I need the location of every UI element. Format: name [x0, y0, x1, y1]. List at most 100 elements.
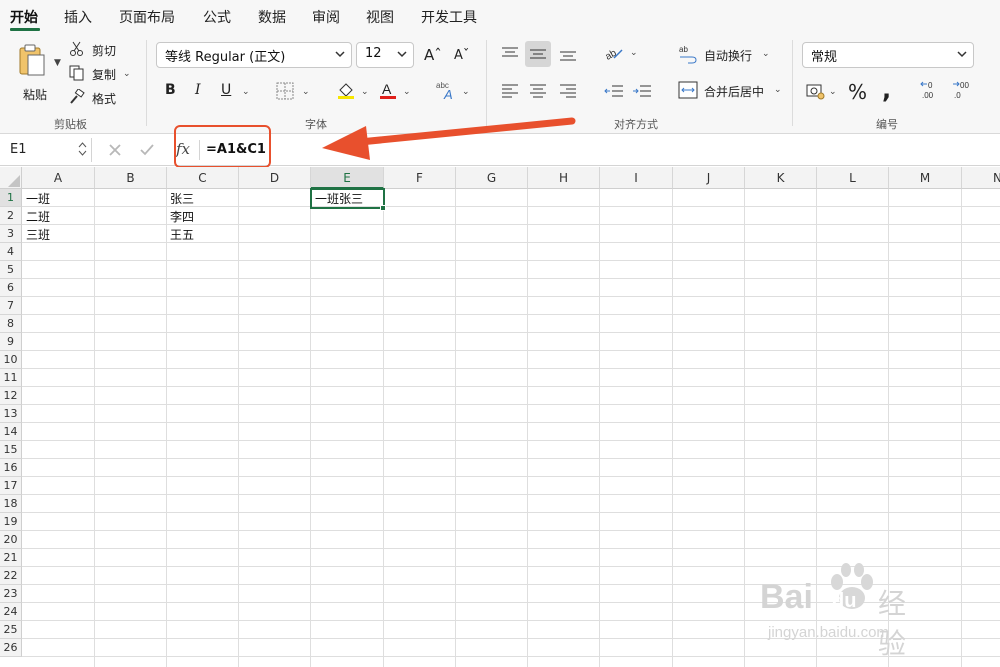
- column-header-f[interactable]: F: [384, 167, 456, 189]
- format-painter-button[interactable]: 格式: [67, 88, 127, 106]
- tab-view[interactable]: 视图: [366, 7, 394, 27]
- tab-insert[interactable]: 插入: [64, 7, 92, 27]
- row-header-3[interactable]: 3: [0, 225, 22, 243]
- column-header-g[interactable]: G: [456, 167, 528, 189]
- row-header-8[interactable]: 8: [0, 315, 22, 333]
- align-center-icon[interactable]: [529, 83, 547, 99]
- align-left-icon[interactable]: [501, 83, 519, 99]
- name-box[interactable]: E1: [4, 138, 92, 162]
- font-family-select[interactable]: 等线 Regular (正文): [156, 42, 352, 68]
- decrease-decimal-icon[interactable]: 00.0: [952, 79, 974, 101]
- confirm-icon[interactable]: [139, 143, 155, 157]
- row-header-13[interactable]: 13: [0, 405, 22, 423]
- decrease-font-size-icon[interactable]: Aˇ: [454, 48, 469, 63]
- text-orientation-icon[interactable]: ab: [604, 44, 624, 62]
- format-label: 格式: [92, 92, 117, 106]
- cell-a1[interactable]: 一班: [23, 190, 50, 208]
- tab-review[interactable]: 审阅: [312, 7, 340, 27]
- grid-hline: [22, 422, 1000, 423]
- cell-c2[interactable]: 李四: [167, 208, 194, 226]
- increase-font-size-icon[interactable]: Aˆ: [424, 46, 442, 64]
- italic-button[interactable]: I: [195, 82, 201, 98]
- cell-c3[interactable]: 王五: [167, 226, 194, 244]
- select-all-corner[interactable]: [0, 167, 22, 189]
- column-header-m[interactable]: M: [889, 167, 962, 189]
- tab-home[interactable]: 开始: [10, 7, 38, 27]
- row-header-6[interactable]: 6: [0, 279, 22, 297]
- font-color-icon[interactable]: A: [378, 80, 398, 100]
- increase-indent-icon[interactable]: [632, 83, 652, 99]
- cell-a3[interactable]: 三班: [23, 226, 50, 244]
- tab-developer[interactable]: 开发工具: [421, 7, 477, 27]
- row-header-23[interactable]: 23: [0, 585, 22, 603]
- chevron-down-icon: ⌄: [630, 48, 638, 58]
- row-header-12[interactable]: 12: [0, 387, 22, 405]
- cell-a2[interactable]: 二班: [23, 208, 50, 226]
- column-header-a[interactable]: A: [22, 167, 95, 189]
- svg-text:A: A: [382, 81, 392, 97]
- row-header-9[interactable]: 9: [0, 333, 22, 351]
- wrap-text-button[interactable]: ab 自动换行 ⌄: [678, 44, 788, 66]
- tab-formulas[interactable]: 公式: [203, 7, 231, 27]
- row-header-20[interactable]: 20: [0, 531, 22, 549]
- decrease-indent-icon[interactable]: [604, 83, 624, 99]
- row-header-7[interactable]: 7: [0, 297, 22, 315]
- row-header-24[interactable]: 24: [0, 603, 22, 621]
- chevron-down-icon: ⌄: [302, 87, 310, 97]
- increase-decimal-icon[interactable]: 0.00: [920, 79, 942, 101]
- text-style-icon[interactable]: abcA: [436, 79, 458, 101]
- column-header-b[interactable]: B: [95, 167, 167, 189]
- comma-style-button[interactable]: ,: [882, 76, 891, 104]
- row-header-16[interactable]: 16: [0, 459, 22, 477]
- fill-color-icon[interactable]: [336, 80, 356, 100]
- tab-page-layout[interactable]: 页面布局: [119, 7, 175, 27]
- watermark-brand: Bai: [760, 578, 813, 616]
- row-header-1[interactable]: 1: [0, 189, 22, 207]
- bold-button[interactable]: B: [165, 82, 176, 98]
- column-header-n[interactable]: N: [962, 167, 1000, 189]
- align-right-icon[interactable]: [559, 83, 577, 99]
- row-header-19[interactable]: 19: [0, 513, 22, 531]
- row-header-5[interactable]: 5: [0, 261, 22, 279]
- row-header-22[interactable]: 22: [0, 567, 22, 585]
- column-header-j[interactable]: J: [673, 167, 745, 189]
- svg-text:.00: .00: [922, 91, 934, 100]
- row-header-11[interactable]: 11: [0, 369, 22, 387]
- column-header-e[interactable]: E: [311, 167, 384, 189]
- column-header-i[interactable]: I: [600, 167, 673, 189]
- row-header-17[interactable]: 17: [0, 477, 22, 495]
- row-header-2[interactable]: 2: [0, 207, 22, 225]
- row-header-21[interactable]: 21: [0, 549, 22, 567]
- row-header-4[interactable]: 4: [0, 243, 22, 261]
- chevron-down-icon: ⌄: [829, 87, 837, 97]
- row-header-26[interactable]: 26: [0, 639, 22, 657]
- column-header-d[interactable]: D: [239, 167, 311, 189]
- font-size-select[interactable]: 12: [356, 42, 414, 68]
- tab-data[interactable]: 数据: [258, 7, 286, 27]
- fill-handle[interactable]: [380, 205, 386, 211]
- row-header-10[interactable]: 10: [0, 351, 22, 369]
- borders-icon[interactable]: [276, 82, 294, 100]
- paste-button[interactable]: ▼ 粘贴: [10, 40, 65, 102]
- row-header-15[interactable]: 15: [0, 441, 22, 459]
- cell-c1[interactable]: 张三: [167, 190, 194, 208]
- align-bottom-icon[interactable]: [559, 46, 577, 62]
- paste-icon: [19, 44, 45, 76]
- column-header-c[interactable]: C: [167, 167, 239, 189]
- percent-style-button[interactable]: %: [848, 80, 867, 104]
- cancel-icon[interactable]: [108, 143, 122, 157]
- row-header-18[interactable]: 18: [0, 495, 22, 513]
- merge-center-button[interactable]: 合并后居中 ⌄: [678, 80, 788, 102]
- copy-button[interactable]: 复制 ⌄: [67, 64, 137, 82]
- column-header-l[interactable]: L: [817, 167, 889, 189]
- row-header-14[interactable]: 14: [0, 423, 22, 441]
- cut-button[interactable]: 剪切: [67, 40, 127, 58]
- align-top-icon[interactable]: [501, 46, 519, 62]
- column-header-k[interactable]: K: [745, 167, 817, 189]
- column-header-h[interactable]: H: [528, 167, 600, 189]
- row-header-25[interactable]: 25: [0, 621, 22, 639]
- grid-hline: [22, 458, 1000, 459]
- number-format-select[interactable]: 常规: [802, 42, 974, 68]
- underline-button[interactable]: U: [221, 82, 231, 98]
- accounting-format-icon[interactable]: [806, 83, 826, 101]
